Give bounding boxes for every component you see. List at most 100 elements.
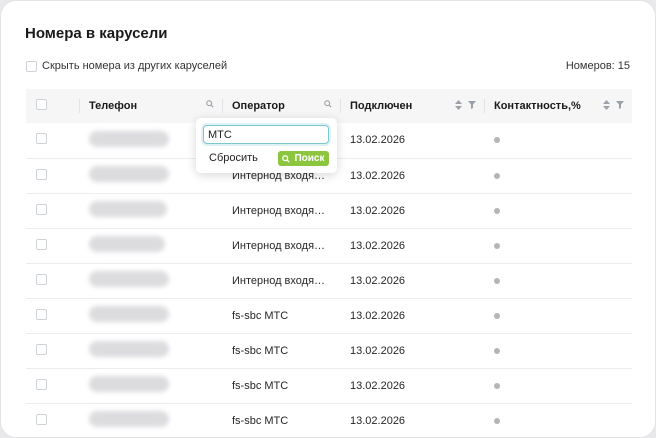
contactability-status-dot — [494, 242, 500, 249]
hide-other-carousels-toggle[interactable]: Скрыть номера из других каруселей — [26, 60, 227, 72]
contactability-status-dot — [494, 312, 500, 319]
row-checkbox[interactable] — [36, 273, 47, 285]
search-filter-button[interactable]: Поиск — [278, 151, 329, 166]
row-select-cell — [26, 368, 79, 403]
filter-icon[interactable] — [616, 101, 624, 109]
operator-cell: fs-sbc МТС — [222, 403, 340, 437]
operator-value: fs-sbc МТС — [232, 344, 289, 357]
column-label-phone: Телефон — [89, 100, 138, 112]
operator-value: fs-sbc МТС — [232, 414, 289, 427]
contactability-cell — [484, 263, 632, 298]
page-title: Номера в карусели — [25, 25, 168, 42]
connected-cell: 13.02.2026 — [340, 333, 484, 368]
row-select-cell — [26, 123, 79, 158]
contactability-cell — [484, 228, 632, 263]
column-header-connected: Подключен — [340, 89, 484, 123]
connected-date: 13.02.2026 — [350, 134, 406, 147]
table-row: fs-sbc МТС 13.02.2026 — [26, 298, 632, 333]
connected-cell: 13.02.2026 — [340, 403, 484, 437]
phone-number-redacted — [89, 376, 169, 392]
phone-number-redacted — [89, 130, 169, 147]
contactability-status-dot — [494, 347, 500, 354]
connected-date: 13.02.2026 — [350, 344, 406, 357]
connected-cell: 13.02.2026 — [340, 368, 484, 403]
operator-filter-popup: Сбросить Поиск — [196, 118, 337, 173]
connected-cell: 13.02.2026 — [340, 123, 484, 158]
phone-number-redacted — [89, 341, 169, 357]
search-icon — [282, 154, 291, 163]
operator-value: fs-sbc МТС — [232, 309, 289, 322]
phone-number-redacted — [89, 306, 169, 322]
reset-filter-button[interactable]: Сбросить — [209, 152, 258, 164]
connected-date: 13.02.2026 — [350, 379, 406, 392]
row-select-cell — [26, 158, 79, 193]
column-divider — [484, 99, 485, 113]
table-row: Интернод входящие … 13.02.2026 — [26, 263, 632, 298]
phone-cell — [79, 298, 222, 333]
select-all-checkbox[interactable] — [36, 99, 47, 110]
row-checkbox[interactable] — [36, 343, 47, 355]
contactability-cell — [484, 123, 632, 158]
operator-value: Интернод входящие … — [232, 239, 328, 252]
row-checkbox[interactable] — [36, 308, 47, 320]
column-header-contactability: Контактность,% — [484, 89, 632, 123]
operator-value: Интернод входящие … — [232, 204, 328, 217]
phone-cell — [79, 333, 222, 368]
connected-cell: 13.02.2026 — [340, 298, 484, 333]
row-checkbox[interactable] — [36, 413, 47, 425]
contactability-cell — [484, 193, 632, 228]
connected-date: 13.02.2026 — [350, 239, 406, 252]
sort-icon[interactable] — [455, 100, 462, 110]
table-row: Интернод входящие … 13.02.2026 — [26, 228, 632, 263]
sort-icon[interactable] — [603, 100, 610, 110]
connected-date: 13.02.2026 — [350, 414, 406, 427]
operator-filter-input[interactable] — [203, 125, 329, 144]
connected-date: 13.02.2026 — [350, 309, 406, 322]
column-label-connected: Подключен — [350, 100, 413, 112]
row-select-cell — [26, 228, 79, 263]
hide-other-carousels-checkbox[interactable] — [26, 60, 37, 72]
contactability-cell — [484, 298, 632, 333]
column-divider — [222, 99, 223, 113]
operator-value: fs-sbc МТС — [232, 379, 289, 392]
phone-cell — [79, 228, 222, 263]
operator-cell: Интернод входящие … — [222, 228, 340, 263]
row-checkbox[interactable] — [36, 378, 47, 390]
connected-cell: 13.02.2026 — [340, 228, 484, 263]
row-select-cell — [26, 298, 79, 333]
row-select-cell — [26, 263, 79, 298]
contactability-status-dot — [494, 172, 500, 179]
operator-cell: fs-sbc МТС — [222, 298, 340, 333]
row-checkbox[interactable] — [36, 238, 47, 250]
table-row: fs-sbc МТС 13.02.2026 — [26, 368, 632, 403]
operator-cell: Интернод входящие … — [222, 263, 340, 298]
phone-cell — [79, 403, 222, 437]
search-icon[interactable] — [324, 100, 332, 108]
operator-cell: fs-sbc МТС — [222, 368, 340, 403]
connected-date: 13.02.2026 — [350, 204, 406, 217]
phone-number-redacted — [89, 166, 169, 182]
row-checkbox[interactable] — [36, 203, 47, 215]
search-filter-label: Поиск — [294, 153, 325, 164]
connected-cell: 13.02.2026 — [340, 158, 484, 193]
table-row: fs-sbc МТС 13.02.2026 — [26, 403, 632, 437]
numbers-count: Номеров: 15 — [566, 60, 630, 72]
phone-cell — [79, 193, 222, 228]
connected-date: 13.02.2026 — [350, 274, 406, 287]
phone-cell — [79, 368, 222, 403]
row-checkbox[interactable] — [36, 168, 47, 180]
phone-cell — [79, 263, 222, 298]
phone-number-redacted — [89, 236, 165, 252]
row-checkbox[interactable] — [36, 133, 47, 145]
contactability-status-dot — [494, 137, 500, 144]
contactability-status-dot — [494, 417, 500, 424]
filter-icon[interactable] — [468, 101, 476, 109]
phone-number-redacted — [89, 271, 169, 287]
column-label-contactability: Контактность,% — [494, 100, 581, 112]
search-icon[interactable] — [206, 100, 214, 108]
carousel-numbers-panel: Номера в карусели Скрыть номера из други… — [0, 0, 656, 438]
connected-date: 13.02.2026 — [350, 169, 406, 182]
contactability-cell — [484, 403, 632, 437]
phone-number-redacted — [89, 411, 169, 427]
connected-cell: 13.02.2026 — [340, 193, 484, 228]
